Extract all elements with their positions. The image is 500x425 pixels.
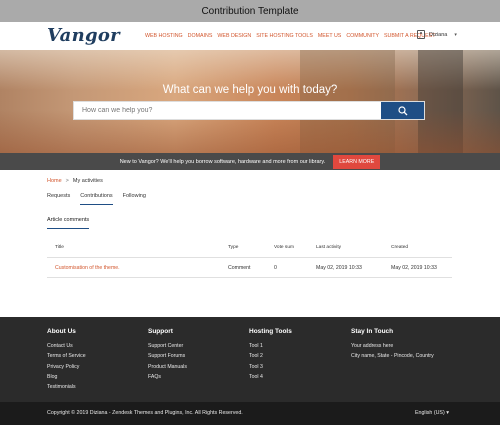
window-titlebar: Contribution Template xyxy=(0,0,500,22)
footer-tools-heading: Hosting Tools xyxy=(249,328,292,335)
row-type: Comment xyxy=(228,264,251,271)
footer-link-faqs[interactable]: FAQs xyxy=(148,372,187,382)
footer-link-tool-3[interactable]: Tool 3 xyxy=(249,362,292,372)
footer-link-tool-2[interactable]: Tool 2 xyxy=(249,351,292,361)
footer-hosting-tools: Hosting Tools Tool 1 Tool 2 Tool 3 Tool … xyxy=(249,328,292,382)
footer-contact: Stay In Touch Your address here City nam… xyxy=(351,328,434,362)
footer-about-heading: About Us xyxy=(47,328,76,335)
tab-requests[interactable]: Requests xyxy=(47,193,70,205)
row-title-link[interactable]: Customisation of the theme. xyxy=(47,265,228,271)
footer-support: Support Support Center Support Forums Pr… xyxy=(148,328,187,382)
footer-link-tool-1[interactable]: Tool 1 xyxy=(249,341,292,351)
footer-address-line-1: Your address here xyxy=(351,343,394,349)
copyright-text: Copyright © 2019 Diziana - Zendesk Theme… xyxy=(47,410,243,416)
column-title[interactable]: Title xyxy=(47,245,228,250)
table-row: Customisation of the theme. Comment 0 Ma… xyxy=(47,258,452,278)
breadcrumb-home[interactable]: Home xyxy=(47,178,62,184)
footer-link-terms[interactable]: Terms of Service xyxy=(47,351,86,361)
tab-following[interactable]: Following xyxy=(123,193,146,205)
footer-link-privacy[interactable]: Privacy Policy xyxy=(47,362,86,372)
column-created[interactable]: Created xyxy=(391,245,452,250)
chevron-down-icon: ▾ xyxy=(454,31,457,38)
footer-link-support-center[interactable]: Support Center xyxy=(148,341,187,351)
breadcrumb: Home > My activities xyxy=(47,178,103,184)
nav-meet-us[interactable]: MEET US xyxy=(318,33,341,39)
window-title: Contribution Template xyxy=(201,5,299,17)
footer-link-tool-4[interactable]: Tool 4 xyxy=(249,372,292,382)
language-selector[interactable]: English (US) ▾ xyxy=(415,410,449,416)
subtab-article-comments[interactable]: Article comments xyxy=(47,217,90,229)
column-vote-sum[interactable]: Vote sum xyxy=(274,245,316,250)
promo-bar: New to Vangor? We'll help you borrow sof… xyxy=(0,153,500,170)
breadcrumb-separator: > xyxy=(65,178,69,184)
learn-more-button[interactable]: LEARN MORE xyxy=(333,154,381,169)
search-icon xyxy=(397,105,407,115)
activity-tabs: Requests Contributions Following xyxy=(47,193,146,205)
footer-address-line-2: City name, State - Pincode, Country xyxy=(351,353,434,360)
site-logo[interactable]: Vangor xyxy=(47,25,120,46)
user-icon xyxy=(417,30,425,39)
footer-contact-heading: Stay In Touch xyxy=(351,328,394,335)
nav-site-hosting-tools[interactable]: SITE HOSTING TOOLS xyxy=(256,33,313,39)
search-input[interactable] xyxy=(74,102,381,119)
footer-link-blog[interactable]: Blog xyxy=(47,372,86,382)
hero-title: What can we help you with today? xyxy=(162,84,338,96)
search-bar xyxy=(73,101,425,120)
footer-link-testimonials[interactable]: Testimonials xyxy=(47,382,86,392)
copyright-bar: Copyright © 2019 Diziana - Zendesk Theme… xyxy=(0,402,500,425)
site-footer: About Us Contact Us Terms of Service Pri… xyxy=(0,317,500,402)
tab-contributions[interactable]: Contributions xyxy=(80,193,113,205)
site-header: Vangor WEB HOSTING DOMAINS WEB DESIGN SI… xyxy=(0,22,500,50)
table-header: Title Type Vote sum Last activity Create… xyxy=(47,238,452,258)
nav-domains[interactable]: DOMAINS xyxy=(188,33,213,39)
chevron-down-icon: ▾ xyxy=(446,410,449,416)
contributions-table: Title Type Vote sum Last activity Create… xyxy=(47,238,452,278)
row-vote-sum: 0 xyxy=(274,264,277,271)
promo-text: New to Vangor? We'll help you borrow sof… xyxy=(119,158,326,165)
main-nav: WEB HOSTING DOMAINS WEB DESIGN SITE HOST… xyxy=(145,33,435,39)
footer-link-support-forums[interactable]: Support Forums xyxy=(148,351,187,361)
row-created: May 02, 2019 10:33 xyxy=(391,264,437,271)
column-type[interactable]: Type xyxy=(228,245,274,250)
column-last-activity[interactable]: Last activity xyxy=(316,245,391,250)
user-name: Diziana xyxy=(429,31,448,38)
language-label: English (US) xyxy=(415,410,445,416)
footer-support-heading: Support xyxy=(148,328,173,335)
nav-web-hosting[interactable]: WEB HOSTING xyxy=(145,33,183,39)
breadcrumb-current: My activities xyxy=(72,178,103,184)
nav-web-design[interactable]: WEB DESIGN xyxy=(217,33,251,39)
footer-about: About Us Contact Us Terms of Service Pri… xyxy=(47,328,86,392)
footer-link-product-manuals[interactable]: Product Manuals xyxy=(148,362,187,372)
user-menu[interactable]: Diziana ▾ xyxy=(417,30,457,39)
row-last-activity: May 02, 2019 10:33 xyxy=(316,264,362,271)
search-button[interactable] xyxy=(381,102,424,119)
footer-link-contact-us[interactable]: Contact Us xyxy=(47,341,86,351)
nav-community[interactable]: COMMUNITY xyxy=(346,33,379,39)
